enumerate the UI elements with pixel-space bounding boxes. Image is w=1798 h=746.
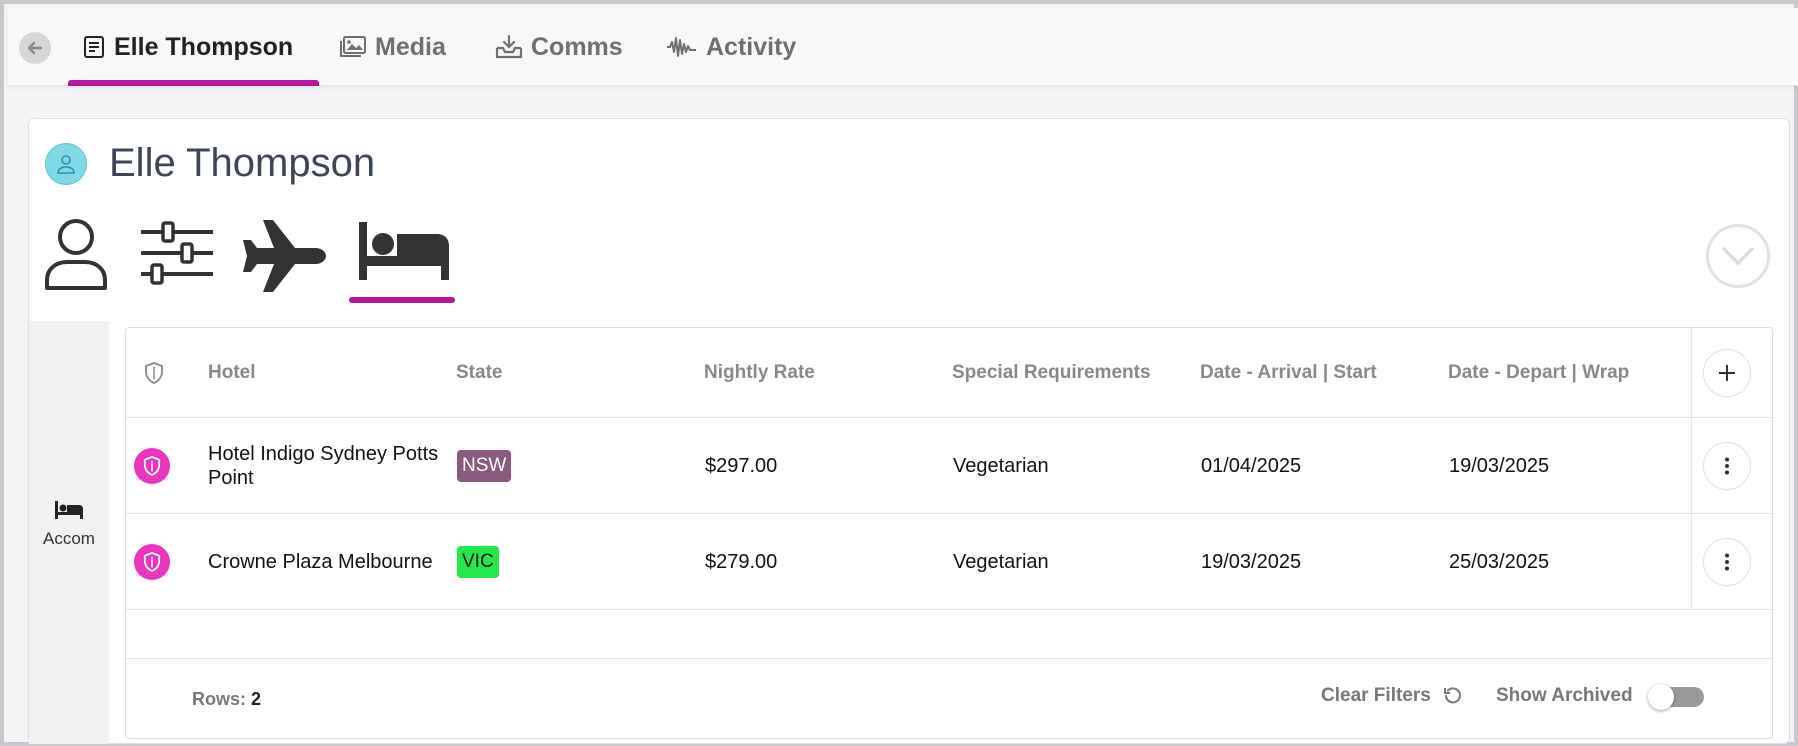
- avatar: [45, 143, 87, 185]
- page-title: Elle Thompson: [109, 141, 376, 185]
- rate-cell: $297.00: [705, 455, 778, 477]
- arrival-cell: 01/04/2025: [1201, 455, 1302, 477]
- column-header-nightly-rate[interactable]: Nightly Rate: [704, 328, 815, 418]
- column-header-hotel[interactable]: Hotel: [208, 328, 256, 418]
- document-icon: [84, 36, 104, 58]
- active-tab-indicator: [68, 80, 319, 86]
- bed-icon: [55, 501, 83, 519]
- arrow-left-icon: [27, 41, 43, 55]
- user-icon: [57, 155, 75, 174]
- back-button[interactable]: [19, 32, 51, 64]
- state-cell: NSW: [457, 418, 512, 514]
- image-icon: [340, 36, 366, 57]
- collapse-button[interactable]: [1706, 224, 1770, 288]
- plus-icon: [1719, 365, 1735, 381]
- airplane-icon[interactable]: [243, 218, 327, 294]
- tab-activity[interactable]: Activity: [666, 8, 796, 86]
- waveform-icon: [667, 37, 696, 57]
- arrival-cell: 19/03/2025: [1201, 551, 1302, 573]
- add-row-button[interactable]: [1703, 349, 1751, 397]
- inbox-download-icon: [495, 34, 523, 59]
- shield-column-header: [144, 328, 164, 418]
- row-menu-button[interactable]: [1703, 442, 1751, 490]
- person-icon[interactable]: [43, 218, 109, 292]
- profile-card: Elle Thompson Accom Hotel State Nightly …: [28, 118, 1790, 744]
- row-shield-cell: [134, 418, 170, 514]
- sidebar-item-label: Accom: [43, 529, 95, 548]
- tab-label: Elle Thompson: [114, 32, 294, 61]
- tab-comms[interactable]: Comms: [495, 8, 623, 86]
- hotel-cell: Hotel Indigo Sydney Potts Point: [208, 443, 439, 489]
- tab-label: Media: [375, 32, 446, 61]
- state-badge: VIC: [457, 545, 499, 579]
- tab-profile[interactable]: Elle Thompson: [82, 8, 293, 86]
- hotel-cell: Crowne Plaza Melbourne: [208, 551, 433, 573]
- table-row[interactable]: Crowne Plaza Melbourne VIC $279.00 Veget…: [126, 514, 1772, 610]
- column-header-depart[interactable]: Date - Depart | Wrap: [1448, 328, 1629, 418]
- refresh-icon: [1443, 687, 1461, 704]
- clear-filters-label: Clear Filters: [1321, 685, 1431, 706]
- show-archived-toggle[interactable]: [1648, 684, 1704, 710]
- column-header-arrival[interactable]: Date - Arrival | Start: [1200, 328, 1377, 418]
- row-count: Rows: 2: [192, 689, 261, 710]
- top-nav: Elle Thompson Media Comms Activity: [8, 8, 1798, 86]
- more-vertical-icon: [1725, 553, 1729, 571]
- shield-icon: [145, 362, 163, 384]
- show-archived-label: Show Archived: [1496, 685, 1633, 706]
- shield-icon: [143, 456, 161, 476]
- requirements-cell: Vegetarian: [953, 551, 1049, 573]
- more-vertical-icon: [1725, 457, 1729, 475]
- row-shield-cell: [134, 514, 170, 610]
- row-count-value: 2: [251, 689, 262, 709]
- depart-cell: 19/03/2025: [1449, 455, 1550, 477]
- requirements-cell: Vegetarian: [953, 455, 1049, 477]
- state-cell: VIC: [457, 514, 499, 610]
- row-menu-button[interactable]: [1703, 538, 1751, 586]
- tab-label: Comms: [531, 32, 623, 61]
- shield-icon: [143, 552, 161, 572]
- active-section-indicator: [349, 297, 455, 303]
- clear-filters-button[interactable]: Clear Filters: [1321, 685, 1463, 707]
- rate-cell: $279.00: [705, 551, 778, 573]
- depart-cell: 25/03/2025: [1449, 551, 1550, 573]
- app-frame: Elle Thompson Media Comms Activity Elle …: [0, 0, 1798, 746]
- tab-label: Activity: [706, 32, 797, 61]
- tab-media[interactable]: Media: [339, 8, 446, 86]
- sidebar: Accom: [29, 321, 109, 744]
- shield-badge: [134, 544, 170, 580]
- state-badge: NSW: [457, 449, 512, 483]
- table-row[interactable]: Hotel Indigo Sydney Potts Point NSW $297…: [126, 418, 1772, 514]
- bed-icon[interactable]: [357, 220, 451, 280]
- sidebar-item-accom[interactable]: Accom: [29, 501, 109, 571]
- toggle-knob: [1648, 684, 1674, 710]
- column-header-state[interactable]: State: [456, 328, 502, 418]
- shield-badge: [134, 448, 170, 484]
- accommodation-table: Hotel State Nightly Rate Special Require…: [125, 327, 1773, 739]
- sliders-icon[interactable]: [139, 220, 215, 286]
- column-header-special-requirements[interactable]: Special Requirements: [952, 328, 1151, 418]
- table-footer: Rows: 2 Clear Filters Show Archived: [126, 658, 1772, 740]
- table-header: Hotel State Nightly Rate Special Require…: [126, 328, 1772, 418]
- chevron-down-icon: [1722, 247, 1754, 266]
- row-count-label: Rows:: [192, 689, 246, 709]
- actions-column: [1691, 328, 1772, 610]
